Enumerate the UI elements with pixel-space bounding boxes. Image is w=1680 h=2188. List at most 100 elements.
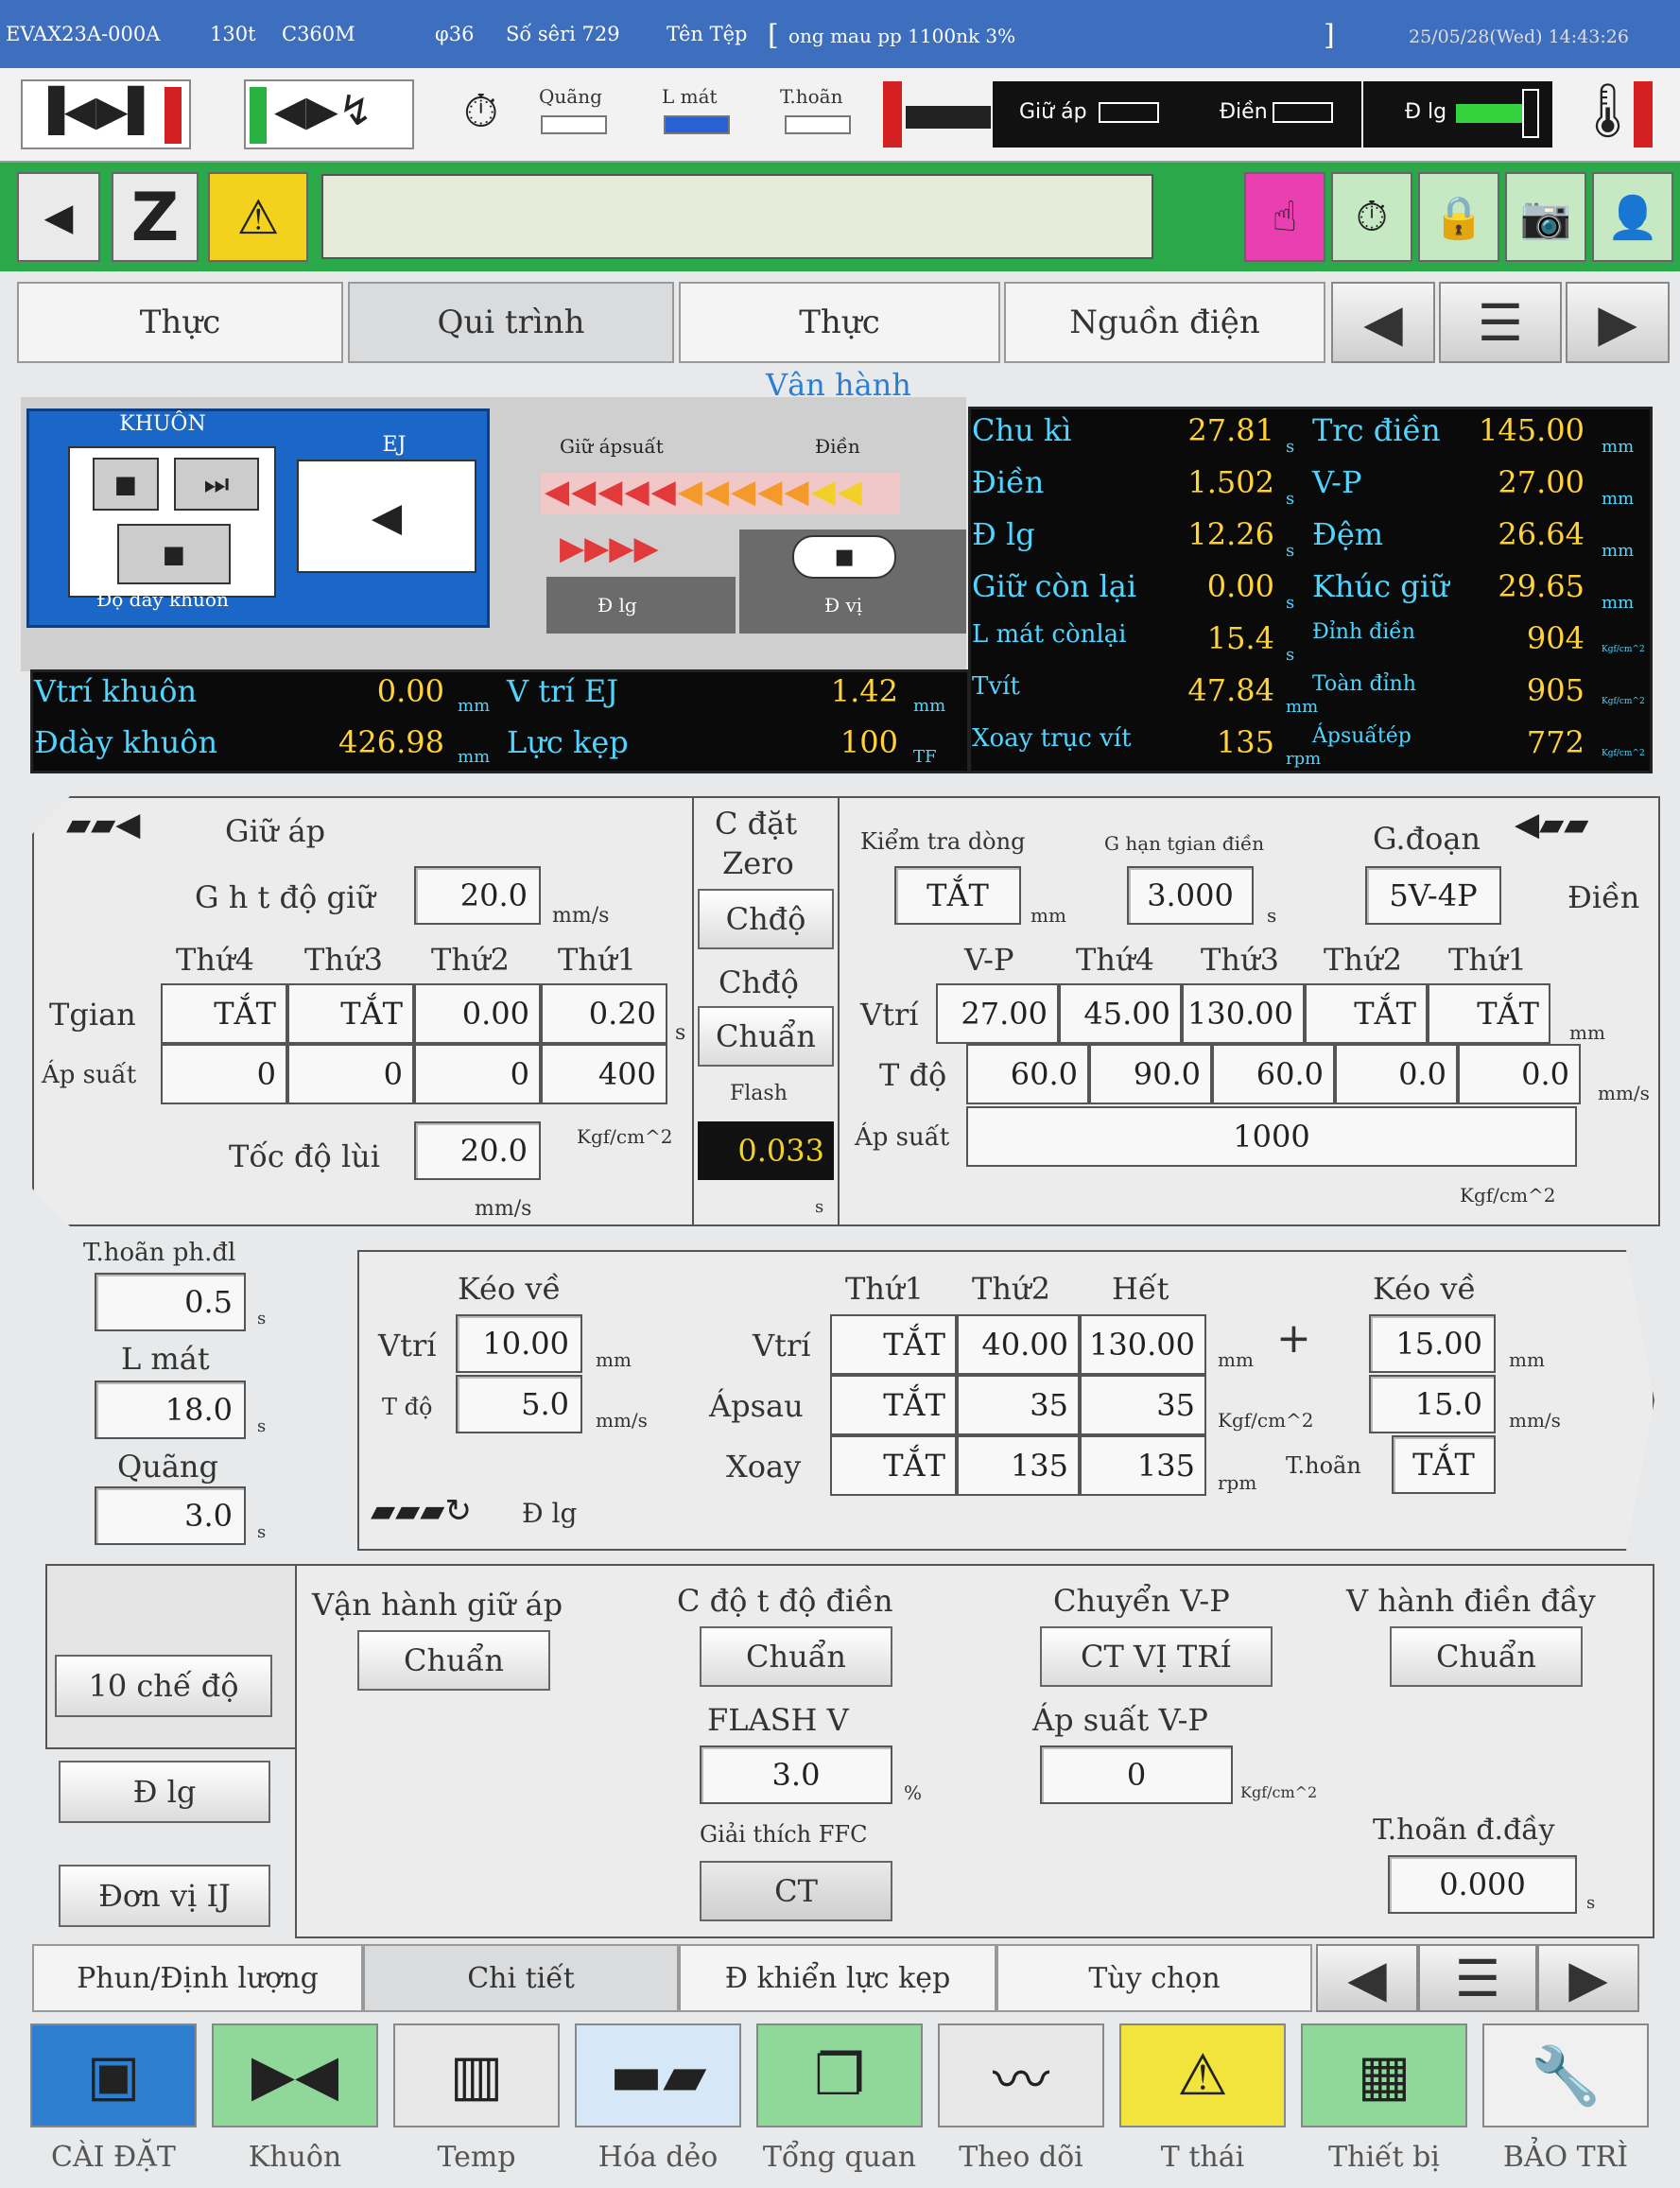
nav-settings[interactable]: ▣ CÀI ĐẶT (28, 2023, 199, 2188)
tab-next-button[interactable]: ▶ (1566, 282, 1670, 363)
lock-button[interactable]: 🔒 (1418, 172, 1499, 262)
hold-apsuat-1[interactable]: 400 (541, 1044, 667, 1104)
mold-close-button[interactable]: ⏭ (174, 458, 259, 511)
tab-tuy-chon[interactable]: Tùy chọn (996, 1944, 1312, 2012)
fill-apsuat-input[interactable]: 1000 (966, 1106, 1577, 1167)
ij-unit-button[interactable]: Đơn vị IJ (59, 1865, 270, 1927)
tocdo-lui-input[interactable]: 20.0 (414, 1121, 541, 1180)
dlg-mode-button[interactable]: Đ lg (59, 1761, 270, 1823)
tonnage-label: 130t (210, 23, 256, 45)
metering-vtri-1[interactable]: TẮT (830, 1314, 957, 1375)
tab-dieu-khien-luc-kep[interactable]: Đ khiển lực kẹp (679, 1944, 996, 2012)
fill-vtri-4[interactable]: 45.00 (1059, 983, 1182, 1044)
tab-prev-button[interactable]: ◀ (1331, 282, 1435, 363)
metering-backpressure-end[interactable]: 35 (1080, 1375, 1206, 1435)
z-button[interactable]: Z (112, 172, 199, 262)
hold-tgian-1[interactable]: 0.20 (541, 983, 667, 1044)
fill-tdo-4[interactable]: 90.0 (1089, 1044, 1212, 1104)
flash-v-input[interactable]: 3.0 (700, 1745, 892, 1804)
suckback-after-tdo-input[interactable]: 15.0 (1369, 1375, 1496, 1433)
chart-icon: 〰 (938, 2023, 1104, 2127)
fill-vtri-3[interactable]: 130.00 (1182, 983, 1305, 1044)
hold-speed-label: G h t độ giữ (195, 879, 375, 915)
ffc-button[interactable]: CT (700, 1861, 892, 1921)
bottom-tab-prev-button[interactable]: ◀ (1316, 1944, 1418, 2012)
metering-vtri-2[interactable]: 40.00 (957, 1314, 1080, 1375)
mold-adjust-button[interactable]: ◼ (117, 524, 231, 584)
alarm-button[interactable]: ⚠ (208, 172, 308, 262)
fill-delay-input[interactable]: 0.000 (1388, 1855, 1577, 1914)
touch-mode-button[interactable]: ☝ (1244, 172, 1325, 262)
hold-apsuat-3[interactable]: 0 (287, 1044, 414, 1104)
tab-thuc-1[interactable]: Thực (17, 282, 343, 363)
check-flow-input[interactable]: TẮT (894, 866, 1021, 925)
hold-apsuat-4[interactable]: 0 (161, 1044, 287, 1104)
tab-nguon-dien[interactable]: Nguồn điện (1004, 282, 1325, 363)
nav-wrench[interactable]: 🔧 BẢO TRÌ (1481, 2023, 1651, 2188)
fill-tdo-vp[interactable]: 60.0 (966, 1044, 1089, 1104)
ten-modes-button[interactable]: 10 chế độ (55, 1655, 272, 1717)
nav-warning[interactable]: ⚠ T thái (1117, 2023, 1288, 2188)
tab-thuc-2[interactable]: Thực (679, 282, 1000, 363)
hold-tgian-4[interactable]: TẮT (161, 983, 287, 1044)
metering-rotation-1[interactable]: TẮT (830, 1435, 957, 1496)
metering-vtri-end[interactable]: 130.00 (1080, 1314, 1206, 1375)
suckback-before-tdo-input[interactable]: 5.0 (456, 1375, 582, 1433)
metering-backpressure-1[interactable]: TẮT (830, 1375, 957, 1435)
zero-standard-button[interactable]: Chuẩn (698, 1006, 834, 1067)
hold-speed-input[interactable]: 20.0 (414, 866, 541, 925)
back-button[interactable]: ◀ (17, 172, 100, 262)
nav-overview[interactable]: ❐ Tổng quan (754, 2023, 925, 2188)
nav-heater[interactable]: ▥ Temp (391, 2023, 562, 2188)
suckback-before-vtri-input[interactable]: 10.00 (456, 1314, 582, 1373)
zero-mode-button[interactable]: Chđộ (698, 889, 834, 949)
play-end-icon: ⏭ (203, 467, 230, 501)
fill-vtri-2[interactable]: TẮT (1305, 983, 1428, 1044)
metering-rotation-end[interactable]: 135 (1080, 1435, 1206, 1496)
ejector-button[interactable]: ◀ (297, 460, 476, 573)
nav-chart[interactable]: 〰 Theo dõi (936, 2023, 1106, 2188)
fill-full-mode-select[interactable]: Chuẩn (1390, 1626, 1583, 1687)
cooling-input[interactable]: 18.0 (95, 1381, 246, 1439)
tab-chi-tiet[interactable]: Chi tiết (363, 1944, 679, 2012)
user-button[interactable]: 👤 (1592, 172, 1673, 262)
nav-injection[interactable]: ▬▰ Hóa dẻo (573, 2023, 743, 2188)
timer-button[interactable]: ⏱ (1331, 172, 1412, 262)
carriage-button[interactable]: ◼ (792, 535, 896, 579)
vp-switch-select[interactable]: CT VỊ TRÍ (1040, 1626, 1273, 1687)
hold-mode-select[interactable]: Chuẩn (357, 1630, 550, 1691)
metering-backpressure-2[interactable]: 35 (957, 1375, 1080, 1435)
tab-menu-button[interactable]: ☰ (1439, 282, 1562, 363)
fill-tdo-3[interactable]: 60.0 (1212, 1044, 1335, 1104)
warning-icon: ⚠ (236, 189, 280, 245)
bottom-tab-menu-button[interactable]: ☰ (1418, 1944, 1537, 2012)
tab-qui-trinh[interactable]: Qui trình (348, 282, 674, 363)
vp-pressure-input[interactable]: 0 (1040, 1745, 1233, 1804)
bottom-tab-next-button[interactable]: ▶ (1537, 1944, 1639, 2012)
camera-button[interactable]: 📷 (1505, 172, 1586, 262)
nav-machine[interactable]: ▦ Thiết bị (1299, 2023, 1469, 2188)
charge-delay-input[interactable]: 0.5 (95, 1273, 246, 1331)
monitor-unit: Kgf/cm^2 (1602, 645, 1645, 654)
hold-tgian-2[interactable]: 0.00 (414, 983, 541, 1044)
nav-label: Theo dõi (959, 2141, 1083, 2174)
fill-vtri-1[interactable]: TẮT (1428, 983, 1550, 1044)
tab-phun-dinh-luong[interactable]: Phun/Định lượng (32, 1944, 363, 2012)
fill-vtri-vp[interactable]: 27.00 (936, 983, 1059, 1044)
stop-square-icon: ◼ (162, 537, 186, 571)
stage-select[interactable]: 5V-4P (1365, 866, 1501, 925)
nav-mold[interactable]: ▶◀ Khuôn (210, 2023, 380, 2188)
fill-time-limit-input[interactable]: 3.000 (1127, 866, 1254, 925)
mold-open-button[interactable]: ◼ (93, 458, 159, 511)
fill-time-limit-unit: s (1267, 904, 1277, 927)
metering-rotation-2[interactable]: 135 (957, 1435, 1080, 1496)
fill-tdo-2[interactable]: 0.0 (1335, 1044, 1458, 1104)
hold-apsuat-2[interactable]: 0 (414, 1044, 541, 1104)
suckback-delay-input[interactable]: TẮT (1392, 1435, 1496, 1494)
interval-input[interactable]: 3.0 (95, 1486, 246, 1545)
metering-col-1: Thứ1 (845, 1271, 924, 1307)
fill-speed-mode-select[interactable]: Chuẩn (700, 1626, 892, 1687)
hold-tgian-3[interactable]: TẮT (287, 983, 414, 1044)
suckback-after-vtri-input[interactable]: 15.00 (1369, 1314, 1496, 1373)
fill-tdo-1[interactable]: 0.0 (1458, 1044, 1581, 1104)
